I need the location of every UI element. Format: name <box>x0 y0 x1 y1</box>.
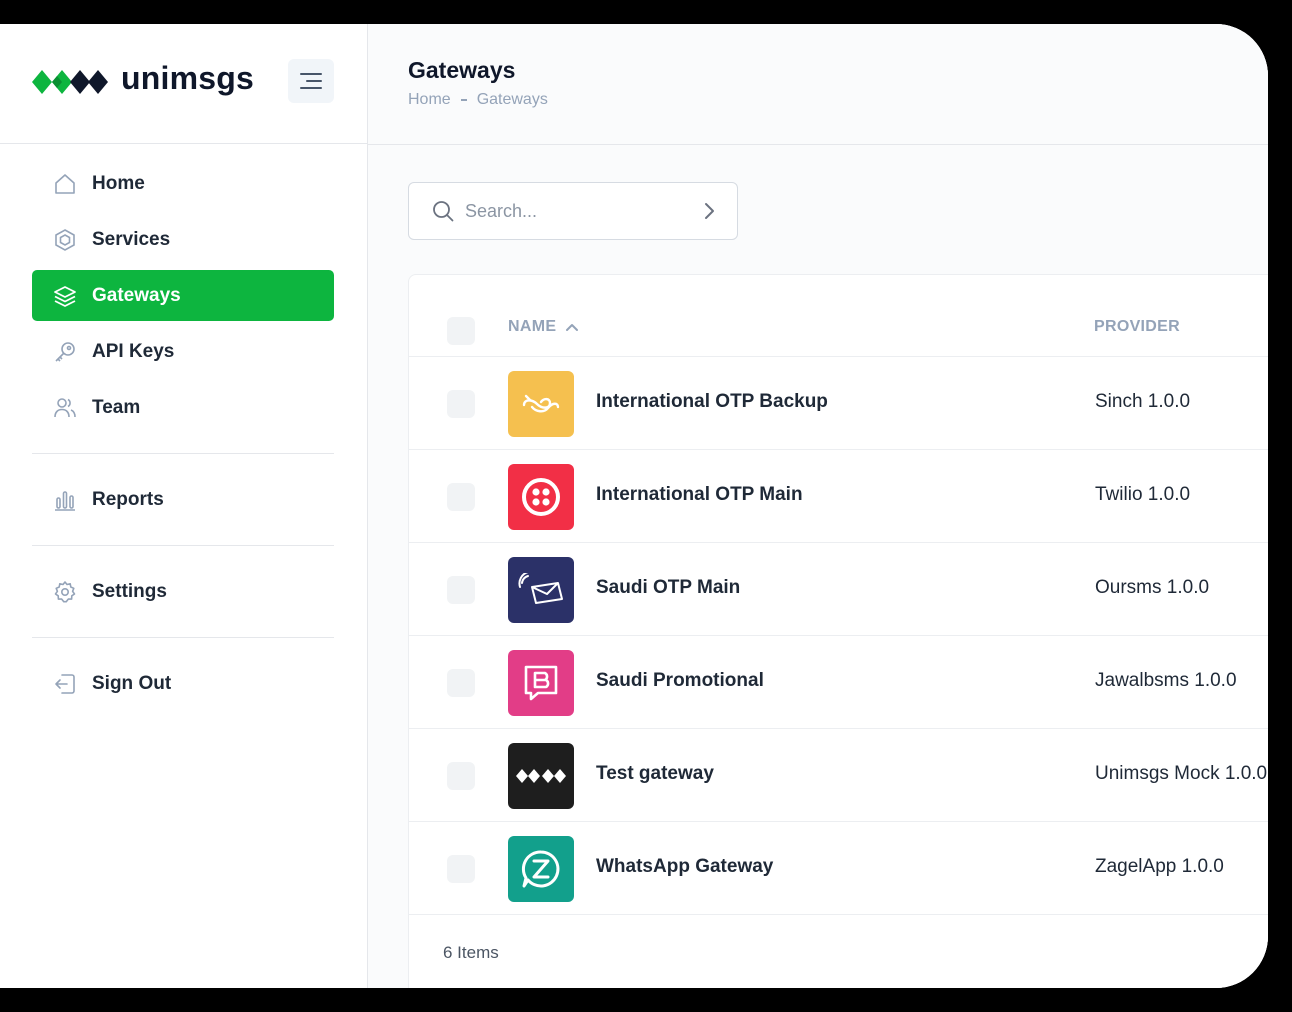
sidebar-item-label: Services <box>92 228 171 250</box>
layers-icon <box>52 283 78 309</box>
sidebar-item-sign-out[interactable]: Sign Out <box>32 658 334 709</box>
column-header-provider[interactable]: PROVIDER <box>1094 318 1180 336</box>
sidebar-item-team[interactable]: Team <box>32 382 334 433</box>
gateways-table: NAME PROVIDER International OTP Backup S… <box>408 274 1268 988</box>
sidebar-item-home[interactable]: Home <box>32 158 334 209</box>
sidebar-item-api-keys[interactable]: API Keys <box>32 326 334 377</box>
sign-out-icon <box>52 671 78 697</box>
table-row[interactable]: WhatsApp Gateway ZagelApp 1.0.0 <box>409 822 1268 915</box>
row-checkbox[interactable] <box>447 669 475 697</box>
sidebar-item-label: Home <box>92 172 145 194</box>
gateway-name[interactable]: International OTP Backup <box>596 391 828 413</box>
row-checkbox[interactable] <box>447 576 475 604</box>
gateway-provider: ZagelApp 1.0.0 <box>1095 856 1224 877</box>
table-row[interactable]: Saudi Promotional Jawalbsms 1.0.0 <box>409 636 1268 729</box>
users-icon <box>52 395 78 421</box>
page-header: Gateways Home Gateways <box>368 24 1268 145</box>
table-row[interactable]: Test gateway Unimsgs Mock 1.0.0 <box>409 729 1268 822</box>
nav-divider <box>32 453 334 454</box>
menu-toggle-button[interactable] <box>288 59 334 103</box>
row-checkbox[interactable] <box>447 762 475 790</box>
table-row[interactable]: International OTP Backup Sinch 1.0.0 <box>409 357 1268 450</box>
jawalbsms-logo-icon <box>508 650 574 716</box>
brand-header: unimsgs <box>0 24 368 144</box>
sidebar: unimsgs Home Services Gateways API Keys … <box>0 24 368 988</box>
column-header-name-label: NAME <box>508 318 557 335</box>
select-all-checkbox[interactable] <box>447 317 475 345</box>
row-checkbox[interactable] <box>447 390 475 418</box>
chevron-right-icon[interactable] <box>699 201 719 221</box>
nav-divider <box>32 637 334 638</box>
sidebar-item-gateways[interactable]: Gateways <box>32 270 334 321</box>
twilio-logo-icon <box>508 464 574 530</box>
oursms-logo-icon <box>508 557 574 623</box>
gateway-provider: Twilio 1.0.0 <box>1095 484 1191 505</box>
sidebar-nav: Home Services Gateways API Keys Team Rep… <box>32 158 334 714</box>
main-content: Gateways Home Gateways NAME PROVIDER <box>368 24 1268 988</box>
row-checkbox[interactable] <box>447 855 475 883</box>
gateway-name[interactable]: Saudi OTP Main <box>596 577 740 599</box>
unimsgs-logo-icon <box>508 743 574 809</box>
gateway-name[interactable]: Test gateway <box>596 763 714 785</box>
sidebar-item-label: Reports <box>92 488 164 510</box>
gateway-name[interactable]: International OTP Main <box>596 484 803 506</box>
items-count: 6 Items <box>443 943 499 962</box>
home-icon <box>52 171 78 197</box>
row-checkbox[interactable] <box>447 483 475 511</box>
sidebar-item-label: Sign Out <box>92 672 172 694</box>
unimsgs-logo-icon[interactable] <box>32 64 112 100</box>
sidebar-item-services[interactable]: Services <box>32 214 334 265</box>
hexagon-icon <box>52 227 78 253</box>
gateway-provider: Jawalbsms 1.0.0 <box>1095 670 1237 691</box>
breadcrumb: Home Gateways <box>408 91 548 109</box>
gateway-provider: Sinch 1.0.0 <box>1095 391 1191 412</box>
bar-chart-icon <box>52 487 78 513</box>
column-header-name[interactable]: NAME <box>508 318 580 336</box>
sidebar-item-reports[interactable]: Reports <box>32 474 334 525</box>
zagelapp-logo-icon <box>508 836 574 902</box>
gateway-provider: Unimsgs Mock 1.0.0 <box>1095 763 1268 784</box>
sort-ascending-icon <box>566 324 579 331</box>
sidebar-item-label: API Keys <box>92 340 175 362</box>
table-row[interactable]: Saudi OTP Main Oursms 1.0.0 <box>409 543 1268 636</box>
app-window: unimsgs Home Services Gateways API Keys … <box>0 24 1268 988</box>
gateway-name[interactable]: Saudi Promotional <box>596 670 764 692</box>
breadcrumb-home-link[interactable]: Home <box>408 91 451 109</box>
nav-divider <box>32 545 334 546</box>
key-icon <box>52 339 78 365</box>
gear-icon <box>52 579 78 605</box>
gateway-name[interactable]: WhatsApp Gateway <box>596 856 773 878</box>
brand-name: unimsgs <box>121 60 254 96</box>
search-icon <box>433 201 454 222</box>
hamburger-icon <box>300 73 322 89</box>
search-box <box>408 182 738 240</box>
gateway-provider: Oursms 1.0.0 <box>1095 577 1210 598</box>
sinch-logo-icon <box>508 371 574 437</box>
breadcrumb-current: Gateways <box>476 91 548 108</box>
breadcrumb-separator <box>460 99 467 101</box>
page-title: Gateways <box>408 57 516 83</box>
table-header: NAME PROVIDER <box>409 275 1268 357</box>
table-row[interactable]: International OTP Main Twilio 1.0.0 <box>409 450 1268 543</box>
sidebar-item-label: Gateways <box>92 284 181 306</box>
sidebar-item-label: Settings <box>92 580 167 602</box>
sidebar-item-settings[interactable]: Settings <box>32 566 334 617</box>
search-input[interactable] <box>465 200 695 222</box>
sidebar-item-label: Team <box>92 396 141 418</box>
